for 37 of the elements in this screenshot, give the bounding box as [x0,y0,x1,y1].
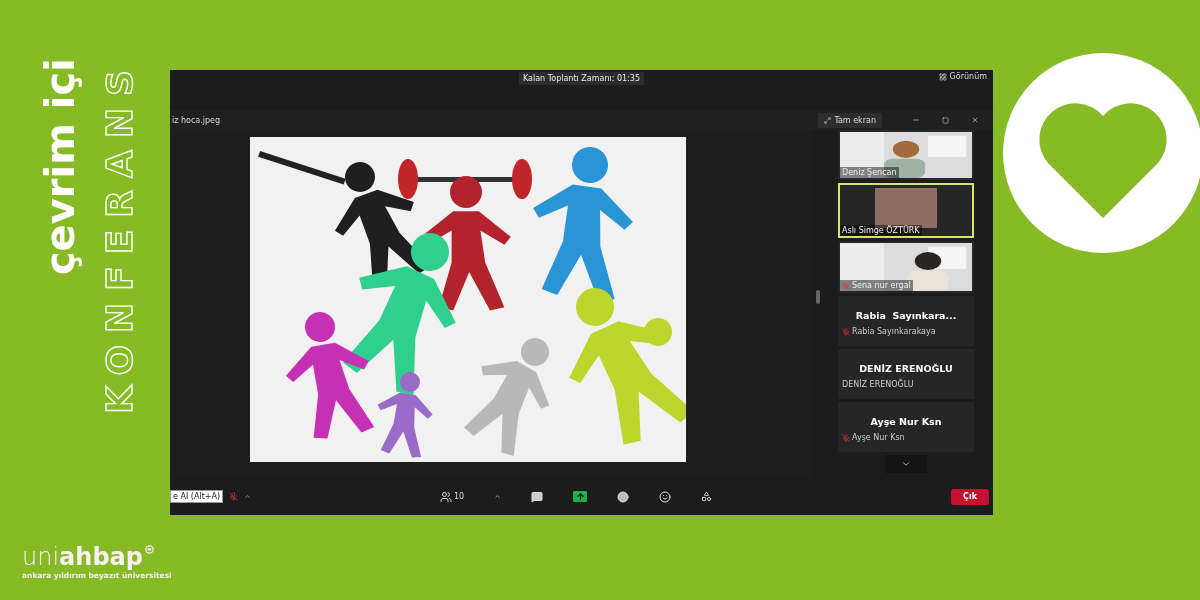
leave-button[interactable]: Çık [951,488,989,505]
participant-name: Ayşe Nur Ksn [840,427,972,442]
resize-handle[interactable] [816,290,820,304]
participant-name: DENİZ ERENOĞLU [841,377,915,389]
close-icon [971,116,979,124]
participant-name: Sena nur ergal [840,280,913,291]
view-button[interactable]: Görünüm [938,72,987,81]
arrow-up-icon [575,492,585,501]
smiley-icon[interactable] [659,490,672,503]
grid-icon [938,72,947,81]
restore-icon [942,116,949,124]
record-icon[interactable] [617,490,630,503]
caret-icon[interactable] [244,493,252,500]
display-name: Rabia Sayınkara... [855,310,957,321]
caret-icon[interactable] [494,493,502,500]
tooltip: e AI (Alt+A) [170,490,224,503]
meeting-timer: Kalan Toplantı Zamanı: 01:35 [519,72,644,85]
apps-icon[interactable] [701,491,713,502]
participant-name: Deniz Şencan [840,167,899,178]
fullscreen-button[interactable]: Tam ekran [818,112,882,128]
logo-wordmark: uniahbap [22,545,143,569]
chevron-down-icon [901,459,911,469]
display-name: DENİZ ERENOĞLU [859,363,953,374]
minimize-icon [912,116,920,124]
muted-mic-icon[interactable] [229,492,239,501]
participants-button[interactable]: 10 [440,490,465,503]
window-title: iz hoca.jpeg [172,115,222,125]
headline: çevrim içi [40,58,80,276]
share-screen-icon[interactable] [573,491,588,502]
chat-icon[interactable] [531,490,544,503]
participant-name: Aslı Simge ÖZTÜRK [840,225,922,236]
expand-icon [824,116,832,124]
participant-name: Rabia Sayınkarakaya [840,321,972,336]
heart-logo-icon [144,545,154,554]
subheadline: KONFERANS [102,58,138,414]
people-icon [440,490,452,503]
display-name: Ayşe Nur Ksn [870,416,942,427]
